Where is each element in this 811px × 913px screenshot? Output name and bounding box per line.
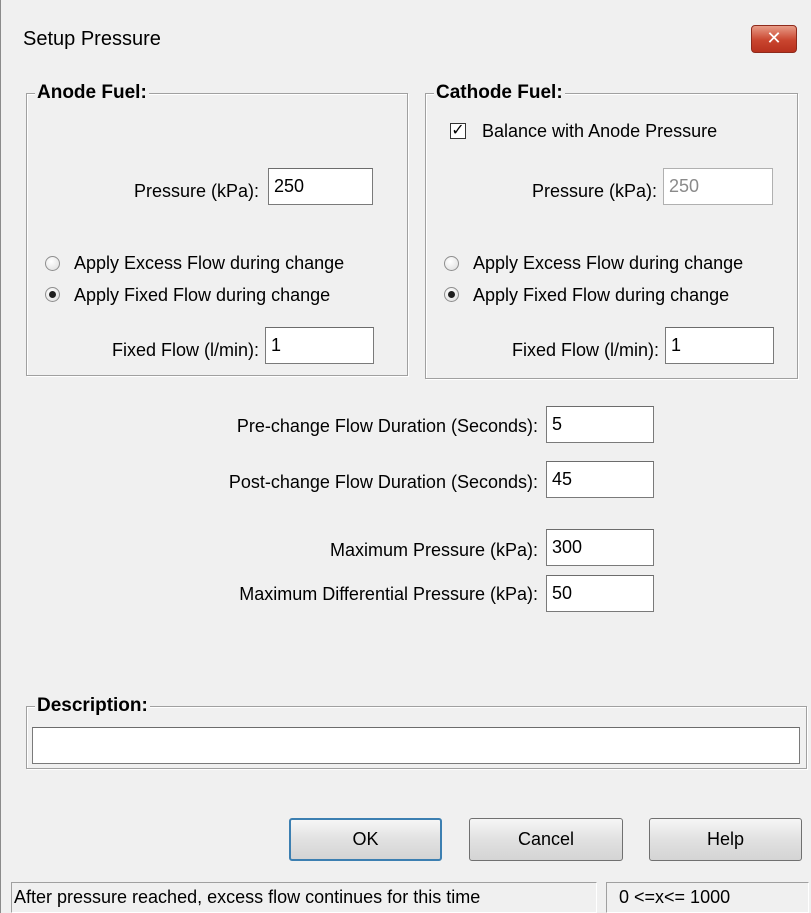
anode-pressure-input[interactable]: 250 [268,168,373,205]
close-icon: ✕ [766,28,782,48]
help-button[interactable]: Help [649,818,802,861]
window-title: Setup Pressure [23,28,161,50]
radio-selected-dot [448,291,455,298]
anode-pressure-label: Pressure (kPa): [133,181,259,201]
pre-change-duration-input[interactable]: 5 [546,406,654,443]
cathode-pressure-label: Pressure (kPa): [531,181,657,201]
description-title: Description: [35,695,150,717]
checkmark-icon: ✓ [451,122,465,139]
pre-change-duration-label: Pre-change Flow Duration (Seconds): [236,416,538,436]
anode-fixed-flow-rate-label: Fixed Flow (l/min): [111,340,259,360]
max-pressure-label: Maximum Pressure (kPa): [329,540,538,560]
anode-fixed-flow-label[interactable]: Apply Fixed Flow during change [74,285,330,306]
status-range: 0 <=x<= 1000 [606,882,809,913]
cathode-pressure-input[interactable]: 250 [663,168,773,205]
setup-pressure-dialog: Setup Pressure ✕ Anode Fuel: Pressure (k… [0,0,811,913]
cathode-excess-flow-radio[interactable] [444,256,459,271]
post-change-duration-input[interactable]: 45 [546,461,654,498]
anode-excess-flow-radio[interactable] [45,256,60,271]
cathode-excess-flow-label[interactable]: Apply Excess Flow during change [473,253,743,274]
title-bar: Setup Pressure ✕ [1,0,811,76]
cancel-button[interactable]: Cancel [469,818,623,861]
balance-with-anode-label[interactable]: Balance with Anode Pressure [482,121,717,142]
cathode-fixed-flow-radio[interactable] [444,287,459,302]
description-input[interactable] [32,727,800,764]
anode-fuel-title: Anode Fuel: [35,82,149,104]
radio-selected-dot [49,291,56,298]
close-button[interactable]: ✕ [751,25,797,53]
post-change-duration-label: Post-change Flow Duration (Seconds): [228,472,538,492]
anode-fixed-flow-input[interactable]: 1 [265,327,374,364]
cathode-fixed-flow-input[interactable]: 1 [665,327,774,364]
cathode-fuel-title: Cathode Fuel: [434,82,565,104]
status-hint: After pressure reached, excess flow cont… [11,882,597,913]
anode-excess-flow-label[interactable]: Apply Excess Flow during change [74,253,344,274]
max-differential-pressure-label: Maximum Differential Pressure (kPa): [239,584,538,604]
anode-fixed-flow-radio[interactable] [45,287,60,302]
cathode-fixed-flow-label[interactable]: Apply Fixed Flow during change [473,285,729,306]
cathode-fixed-flow-rate-label: Fixed Flow (l/min): [511,340,659,360]
max-pressure-input[interactable]: 300 [546,529,654,566]
status-bar: After pressure reached, excess flow cont… [1,878,811,913]
ok-button[interactable]: OK [289,818,442,861]
max-differential-pressure-input[interactable]: 50 [546,575,654,612]
balance-with-anode-checkbox[interactable]: ✓ [450,123,466,139]
